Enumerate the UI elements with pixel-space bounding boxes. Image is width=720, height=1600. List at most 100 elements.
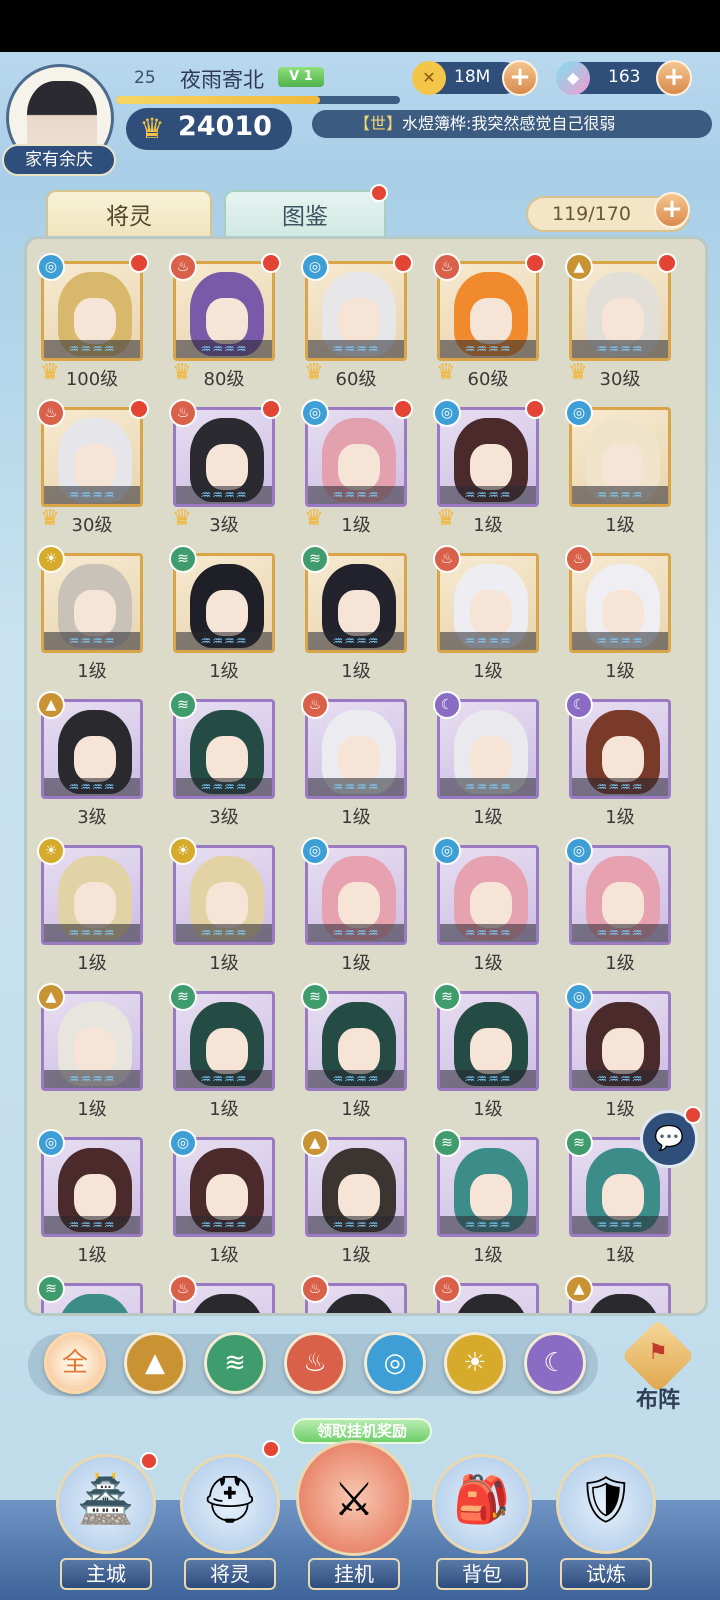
nav-trial-label: 试炼 bbox=[560, 1558, 652, 1590]
hero-card[interactable]: ♒♒♒♒ ◎ ♛ 60级 bbox=[301, 253, 413, 391]
filter-fire-button[interactable]: ♨ bbox=[284, 1332, 346, 1394]
hero-card[interactable]: ♒♒♒♒ ≋ 3级 bbox=[169, 691, 275, 829]
filter-wind-button[interactable]: ≋ bbox=[204, 1332, 266, 1394]
star-rating-icon: ♒♒♒♒ bbox=[308, 1216, 404, 1234]
hero-notification-dot bbox=[129, 399, 149, 419]
hero-face bbox=[206, 882, 248, 928]
gem-icon: ◆ bbox=[556, 61, 590, 95]
hero-card[interactable]: ♒♒♒♒ ≋ 1级 bbox=[433, 1129, 539, 1267]
hero-face bbox=[470, 736, 512, 782]
hero-card[interactable]: ♒♒♒♒ ▲ 3级 bbox=[37, 691, 143, 829]
hero-card[interactable]: ♒♒♒♒ ▲ ♛ 30级 bbox=[565, 253, 677, 391]
hero-card[interactable]: ♒♒♒♒ ☀ 1级 bbox=[37, 545, 143, 683]
nav-city[interactable]: 🏯 主城 bbox=[52, 1446, 160, 1600]
nav-heroes[interactable]: ⛑ 将灵 bbox=[176, 1446, 284, 1600]
tab-heroes[interactable]: 将灵 bbox=[46, 190, 212, 242]
hero-face bbox=[206, 736, 248, 782]
hero-card[interactable]: ♒♒♒♒ ◎ ♛ 1级 bbox=[301, 399, 413, 537]
world-chat-ticker[interactable]: 【世】水煜簿桦:我突然感觉自己很弱 bbox=[312, 110, 712, 138]
hero-card[interactable]: ♒♒♒♒ ◎ 1级 bbox=[169, 1129, 275, 1267]
star-rating-icon: ♒♒♒♒ bbox=[176, 340, 272, 358]
hero-card[interactable]: ♒♒♒♒ ≋ 1级 bbox=[169, 545, 275, 683]
castle-icon: 🏯 bbox=[77, 1472, 135, 1526]
hero-face bbox=[338, 590, 380, 636]
filter-water-button[interactable]: ◎ bbox=[364, 1332, 426, 1394]
hero-card[interactable]: ♒♒♒♒ ☾ 1级 bbox=[433, 691, 539, 829]
hero-card[interactable]: ♒♒♒♒ ◎ 1级 bbox=[37, 1129, 143, 1267]
nav-trial[interactable]: 🛡 试炼 bbox=[552, 1446, 660, 1600]
hero-face bbox=[338, 444, 380, 490]
hero-card[interactable]: ♒♒♒♒ ♨ 1级 bbox=[301, 691, 407, 829]
hero-card[interactable]: ♒♒♒♒♨ bbox=[301, 1275, 407, 1313]
hero-card[interactable]: ♒♒♒♒▲ bbox=[565, 1275, 671, 1313]
hero-card[interactable]: ♒♒♒♒ ◎ 1级 bbox=[565, 983, 671, 1121]
hero-card[interactable]: ♒♒♒♒ ◎ 1级 bbox=[565, 837, 671, 975]
hero-card[interactable]: ♒♒♒♒ ☀ 1级 bbox=[37, 837, 143, 975]
hero-card[interactable]: ♒♒♒♒ ▲ 1级 bbox=[37, 983, 143, 1121]
hero-face bbox=[206, 444, 248, 490]
hero-card[interactable]: ♒♒♒♒ ♨ ♛ 3级 bbox=[169, 399, 281, 537]
hero-card[interactable]: ♒♒♒♒ ≋ 1级 bbox=[301, 545, 407, 683]
formation-button[interactable]: ⚑ 布阵 bbox=[621, 1319, 695, 1420]
star-rating-icon: ♒♒♒♒ bbox=[44, 1216, 140, 1234]
filter-all-button[interactable]: 全 bbox=[44, 1332, 106, 1394]
hero-card[interactable]: ♒♒♒♒ ◎ 1级 bbox=[565, 399, 671, 537]
water-element-icon: ◎ bbox=[169, 1129, 197, 1157]
hero-card[interactable]: ♒♒♒♒ ♨ ♛ 30级 bbox=[37, 399, 149, 537]
nav-bag[interactable]: 🎒 背包 bbox=[428, 1446, 536, 1600]
star-rating-icon: ♒♒♒♒ bbox=[308, 632, 404, 650]
hero-card[interactable]: ♒♒♒♒ ◎ ♛ 100级 bbox=[37, 253, 149, 391]
star-rating-icon: ♒♒♒♒ bbox=[572, 924, 668, 942]
bag-icon: 🎒 bbox=[453, 1472, 511, 1526]
hero-notification-dot bbox=[393, 399, 413, 419]
add-gems-button[interactable]: + bbox=[656, 60, 692, 96]
expand-capacity-button[interactable]: + bbox=[654, 192, 690, 228]
hero-level: 30级 bbox=[71, 515, 113, 536]
gold-amount: 18M bbox=[454, 67, 491, 87]
player-title: 家有余庆 bbox=[2, 144, 116, 176]
hero-face bbox=[470, 1028, 512, 1074]
vip-badge[interactable]: V 1 bbox=[278, 67, 324, 87]
wind-element-icon: ≋ bbox=[433, 1129, 461, 1157]
hero-face bbox=[338, 1174, 380, 1220]
city-notification-dot bbox=[140, 1452, 158, 1470]
hero-card[interactable]: ♒♒♒♒♨ bbox=[433, 1275, 539, 1313]
star-rating-icon: ♒♒♒♒ bbox=[308, 1070, 404, 1088]
hero-hair bbox=[322, 1294, 396, 1313]
hero-card[interactable]: ♒♒♒♒ ≋ 1级 bbox=[433, 983, 539, 1121]
hero-card[interactable]: ♒♒♒♒ ≋ 1级 bbox=[169, 983, 275, 1121]
hero-card[interactable]: ♒♒♒♒ ▲ 1级 bbox=[301, 1129, 407, 1267]
hero-card[interactable]: ♒♒♒♒ ◎ 1级 bbox=[301, 837, 407, 975]
star-rating-icon: ♒♒♒♒ bbox=[176, 778, 272, 796]
star-rating-icon: ♒♒♒♒ bbox=[308, 340, 404, 358]
hero-hair bbox=[190, 1294, 264, 1313]
hero-card[interactable]: ♒♒♒♒ ♨ ♛ 60级 bbox=[433, 253, 545, 391]
hero-card[interactable]: ♒♒♒♒ ♨ ♛ 80级 bbox=[169, 253, 281, 391]
hero-card[interactable]: ♒♒♒♒ ☀ 1级 bbox=[169, 837, 275, 975]
hero-level: 60级 bbox=[467, 369, 509, 390]
filter-dark-button[interactable]: ☾ bbox=[524, 1332, 586, 1394]
hero-card[interactable]: ♒♒♒♒ ☾ 1级 bbox=[565, 691, 671, 829]
hero-card[interactable]: ♒♒♒♒ ◎ 1级 bbox=[433, 837, 539, 975]
hero-level: 1级 bbox=[209, 953, 239, 974]
star-rating-icon: ♒♒♒♒ bbox=[308, 778, 404, 796]
hero-card[interactable]: ♒♒♒♒ ≋ 1级 bbox=[301, 983, 407, 1121]
hero-card[interactable]: ♒♒♒♒ ♨ 1级 bbox=[565, 545, 671, 683]
hero-face bbox=[74, 298, 116, 344]
xp-bar-fill bbox=[116, 96, 321, 104]
hero-grid-panel[interactable]: ♒♒♒♒ ◎ ♛ 100级 ♒♒♒♒ ♨ ♛ 80级 ♒♒♒♒ ◎ ♛ 60级 ♒♒♒♒ ♨ ♛ 60级 ♒♒♒… bbox=[24, 236, 708, 1316]
hero-card[interactable]: ♒♒♒♒ ♨ 1级 bbox=[433, 545, 539, 683]
filter-light-button[interactable]: ☀ bbox=[444, 1332, 506, 1394]
star-rating-icon: ♒♒♒♒ bbox=[572, 1070, 668, 1088]
hero-card[interactable]: ♒♒♒♒♨ bbox=[169, 1275, 275, 1313]
hero-card[interactable]: ♒♒♒♒ ◎ ♛ 1级 bbox=[433, 399, 545, 537]
hero-card[interactable]: ♒♒♒♒≋ bbox=[37, 1275, 143, 1313]
add-gold-button[interactable]: + bbox=[502, 60, 538, 96]
star-rating-icon: ♒♒♒♒ bbox=[44, 778, 140, 796]
nav-idle[interactable]: ⚔ 挂机 bbox=[296, 1440, 412, 1600]
hero-level: 1级 bbox=[473, 1099, 503, 1120]
dark-element-icon: ☾ bbox=[565, 691, 593, 719]
tab-codex[interactable]: 图鉴 bbox=[224, 190, 386, 242]
earth-element-icon: ▲ bbox=[301, 1129, 329, 1157]
filter-earth-button[interactable]: ▲ bbox=[124, 1332, 186, 1394]
